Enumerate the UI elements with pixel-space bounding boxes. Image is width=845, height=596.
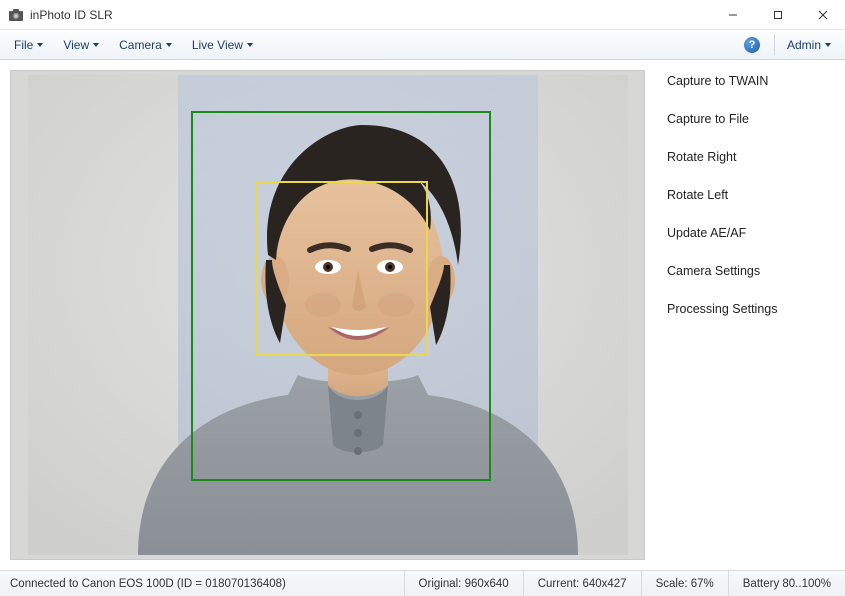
chevron-down-icon: [37, 43, 43, 47]
capture-file-button[interactable]: Capture to File: [667, 112, 833, 126]
menu-help[interactable]: ?: [736, 30, 772, 59]
menu-liveview[interactable]: Live View: [182, 30, 263, 59]
side-panel: Capture to TWAIN Capture to File Rotate …: [655, 60, 845, 570]
close-button[interactable]: [800, 0, 845, 29]
capture-twain-button[interactable]: Capture to TWAIN: [667, 74, 833, 88]
status-current: Current: 640x427: [524, 571, 642, 596]
menu-view[interactable]: View: [53, 30, 109, 59]
update-aeaf-button[interactable]: Update AE/AF: [667, 226, 833, 240]
chevron-down-icon: [166, 43, 172, 47]
status-battery: Battery 80..100%: [729, 571, 845, 596]
processing-settings-button[interactable]: Processing Settings: [667, 302, 833, 316]
live-preview[interactable]: [10, 70, 645, 560]
chevron-down-icon: [825, 43, 831, 47]
chevron-down-icon: [247, 43, 253, 47]
rotate-right-button[interactable]: Rotate Right: [667, 150, 833, 164]
camera-settings-button[interactable]: Camera Settings: [667, 264, 833, 278]
menubar: File View Camera Live View ? Admin: [0, 30, 845, 60]
main-area: Capture to TWAIN Capture to File Rotate …: [0, 60, 845, 570]
rotate-left-button[interactable]: Rotate Left: [667, 188, 833, 202]
face-rectangle[interactable]: [256, 181, 428, 356]
menu-view-label: View: [63, 38, 89, 52]
help-icon: ?: [744, 37, 760, 53]
status-bar: Connected to Canon EOS 100D (ID = 018070…: [0, 570, 845, 596]
menu-liveview-label: Live View: [192, 38, 243, 52]
menu-file-label: File: [14, 38, 33, 52]
status-connection: Connected to Canon EOS 100D (ID = 018070…: [0, 571, 405, 596]
maximize-button[interactable]: [755, 0, 800, 29]
preview-container: [0, 60, 655, 570]
status-original: Original: 960x640: [405, 571, 524, 596]
menu-divider: [774, 34, 775, 55]
camera-app-icon: [8, 7, 24, 23]
menu-admin-label: Admin: [787, 38, 821, 52]
menu-camera[interactable]: Camera: [109, 30, 182, 59]
menu-file[interactable]: File: [4, 30, 53, 59]
window-controls: [710, 0, 845, 29]
titlebar: inPhoto ID SLR: [0, 0, 845, 30]
chevron-down-icon: [93, 43, 99, 47]
window-title: inPhoto ID SLR: [30, 8, 710, 22]
minimize-button[interactable]: [710, 0, 755, 29]
menu-admin[interactable]: Admin: [777, 30, 841, 59]
status-scale: Scale: 67%: [642, 571, 729, 596]
menu-camera-label: Camera: [119, 38, 162, 52]
